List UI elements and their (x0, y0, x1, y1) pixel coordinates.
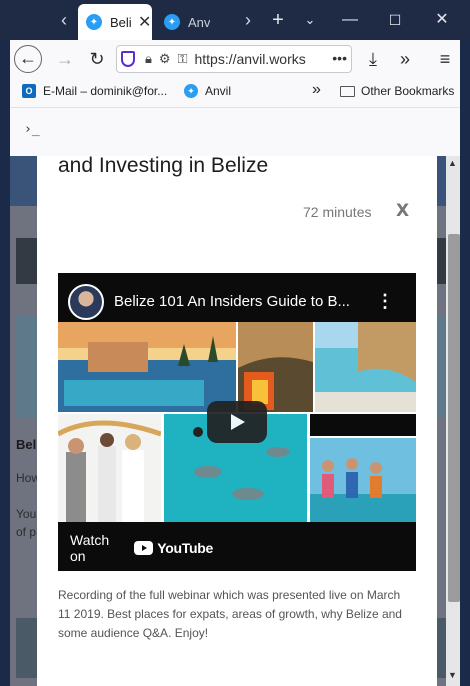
url-text[interactable]: https://anvil.works (194, 51, 305, 67)
more-tools-icon[interactable]: » (390, 44, 420, 74)
watch-on-youtube-button[interactable]: Watch on YouTube (58, 525, 213, 571)
tab-strip: ‹ ✦ Belize ✕ ✦ Anvil › + ⌄ — ☐ ✕ (0, 0, 470, 40)
modal-title: and Investing in Belize (58, 156, 269, 177)
channel-avatar[interactable] (68, 284, 104, 320)
play-triangle (231, 414, 245, 430)
background-text: of p (16, 525, 37, 539)
tab-belize[interactable]: ✦ Belize ✕ (78, 4, 152, 40)
maximize-icon[interactable]: ☐ (375, 0, 415, 40)
hamburger-menu-icon[interactable]: ≡ (430, 44, 460, 74)
tracking-protection-shield-icon[interactable] (121, 51, 135, 67)
reload-icon[interactable]: ↻ (82, 44, 112, 74)
youtube-logo-icon (134, 541, 154, 555)
video-duration: 72 minutes (303, 204, 372, 220)
close-window-icon[interactable]: ✕ (422, 0, 462, 40)
forward-arrow-icon[interactable]: → (50, 44, 80, 74)
background-card (437, 618, 446, 678)
anvil-favicon-icon: ✦ (86, 14, 102, 30)
close-modal-button[interactable]: X (396, 201, 409, 221)
bookmark-label: Anvil (205, 84, 232, 98)
tab-list-chevron-icon[interactable]: ⌄ (290, 0, 330, 40)
youtube-wordmark: YouTube (157, 540, 213, 556)
page-scrollbar[interactable]: ▲ ▼ (446, 156, 460, 686)
lock-icon[interactable]: 🔒︎ (145, 51, 152, 67)
console-prompt-icon[interactable]: ›_ (24, 122, 40, 137)
background-card (437, 238, 446, 284)
navigation-toolbar: ← → ↻ 🔒︎ ⚙︎ ⚿ https://anvil.works ••• ⤓ … (10, 40, 460, 78)
anvil-favicon-icon: ✦ (164, 14, 180, 30)
scrollbar-thumb[interactable] (448, 234, 460, 602)
console-bar: ›_ (10, 108, 460, 156)
tab-title: Anvil (188, 14, 210, 30)
permissions-icon[interactable]: ⚙︎ (159, 51, 171, 67)
tab-anvil[interactable]: ✦ Anvil (156, 4, 230, 40)
youtube-embed[interactable]: Belize 101 An Insiders Guide to B... ⋮ W… (58, 273, 416, 571)
play-button-icon[interactable] (207, 401, 267, 443)
url-bar[interactable]: 🔒︎ ⚙︎ ⚿ https://anvil.works ••• (116, 45, 352, 73)
downloads-icon[interactable]: ⤓ (358, 44, 388, 74)
outlook-icon: O (22, 84, 36, 98)
video-description: Recording of the full webinar which was … (58, 588, 402, 640)
bookmark-email[interactable]: O E-Mail – dominik@for... (22, 84, 167, 98)
scroll-down-icon[interactable]: ▼ (448, 670, 457, 680)
tab-scroll-right-icon[interactable]: › (238, 0, 258, 40)
minimize-icon[interactable]: — (330, 0, 370, 40)
scroll-up-icon[interactable]: ▲ (448, 158, 457, 168)
bookmark-anvil[interactable]: ✦ Anvil (184, 84, 231, 98)
page-viewport: Beli How You of p ▲ ▼ and Investing in B… (10, 156, 460, 686)
bookmarks-overflow-icon[interactable]: » (312, 81, 321, 99)
folder-icon (340, 85, 355, 97)
video-title[interactable]: Belize 101 An Insiders Guide to B... (114, 293, 364, 310)
close-tab-icon[interactable]: ✕ (138, 12, 151, 32)
back-arrow-icon[interactable]: ← (14, 45, 42, 73)
bookmarks-toolbar: O E-Mail – dominik@for... ✦ Anvil » Othe… (10, 78, 460, 108)
watch-on-label: Watch on (70, 532, 110, 564)
webinar-modal: and Investing in Belize 72 minutes X Bel… (37, 156, 437, 686)
background-text: You (16, 507, 37, 521)
key-icon[interactable]: ⚿ (178, 51, 188, 67)
other-bookmarks[interactable]: Other Bookmarks (340, 84, 454, 98)
video-more-options-icon[interactable]: ⋮ (376, 291, 394, 312)
bookmark-label: E-Mail – dominik@for... (43, 84, 168, 98)
page-actions-menu-icon[interactable]: ••• (328, 50, 347, 66)
tab-scroll-left-icon[interactable]: ‹ (54, 0, 74, 40)
other-bookmarks-label: Other Bookmarks (361, 84, 455, 98)
background-card (437, 316, 446, 418)
anvil-icon: ✦ (184, 84, 198, 98)
tab-title: Belize (110, 14, 132, 30)
